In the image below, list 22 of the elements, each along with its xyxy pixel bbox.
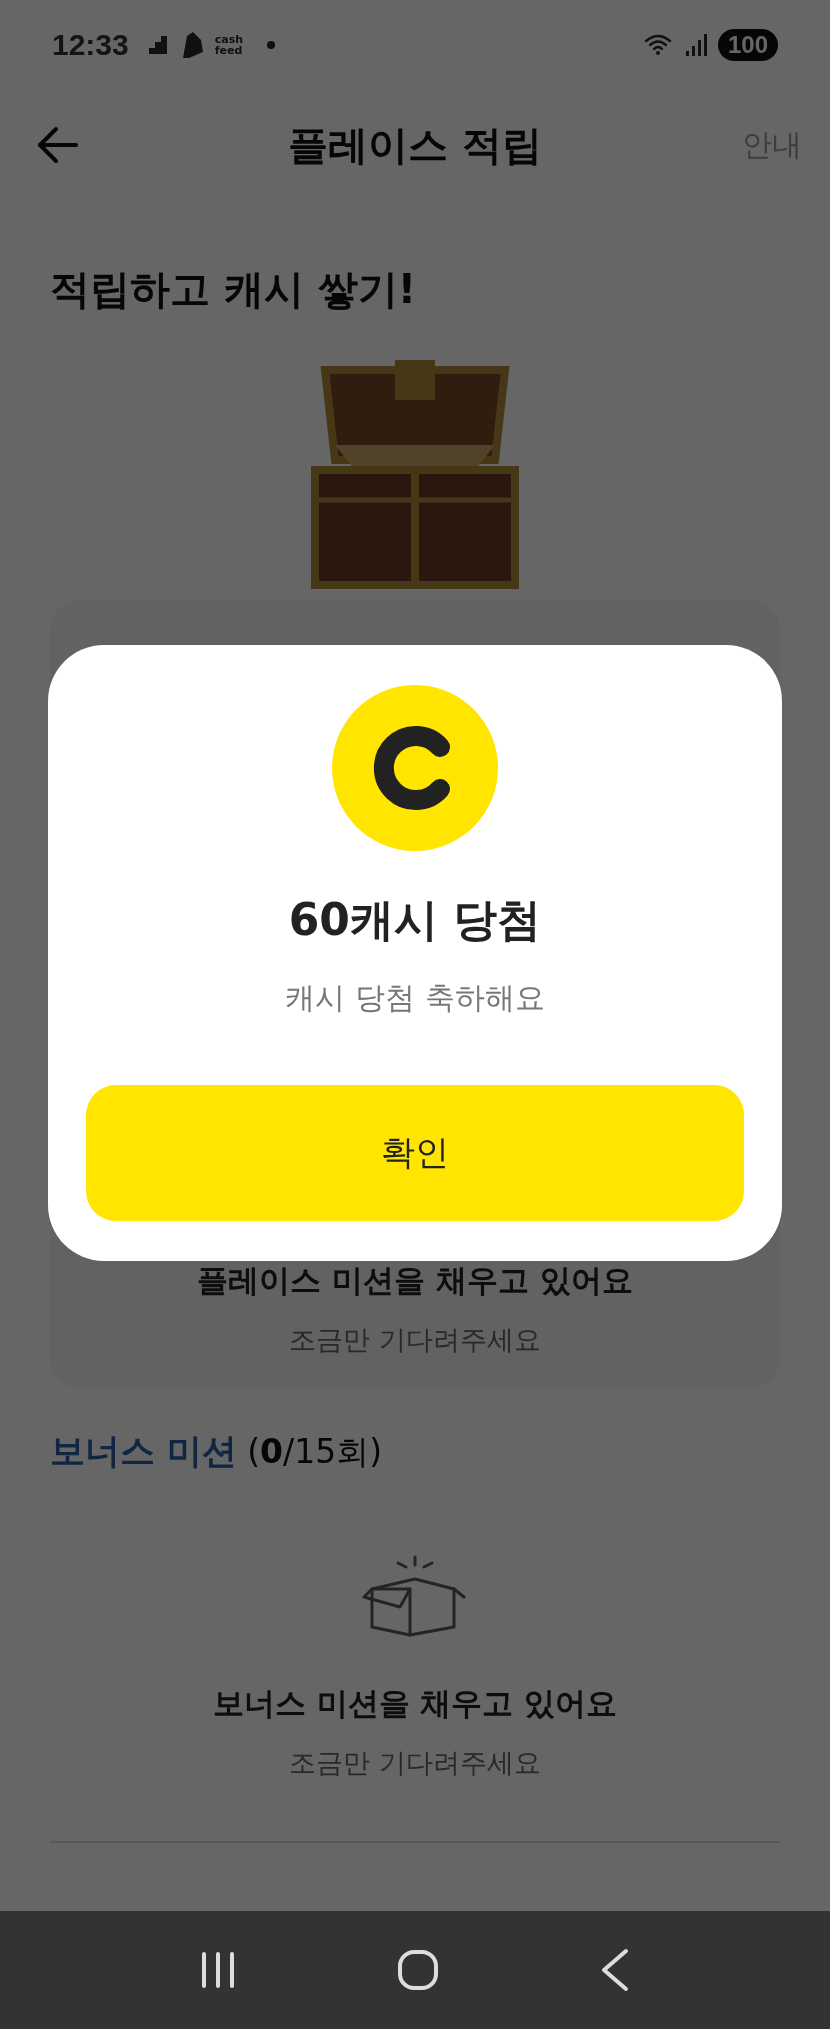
home-icon[interactable] xyxy=(397,1949,439,1991)
notification-dot-icon xyxy=(267,41,276,49)
dialog-message: 캐시 당첨 축하해요 xyxy=(285,979,545,1017)
place-mission-title: 플레이스 미션을 채우고 있어요 xyxy=(197,1261,633,1300)
place-mission-subtitle: 조금만 기다려주세요 xyxy=(289,1323,541,1357)
signal-icon xyxy=(683,33,708,57)
bonus-mission-title: 보너스 미션 xyxy=(50,1430,238,1473)
battery-level: 100 xyxy=(717,29,778,61)
status-time: 12:33 xyxy=(52,28,129,62)
bonus-empty-subtitle: 조금만 기다려주세요 xyxy=(289,1746,541,1780)
wifi-icon xyxy=(643,33,674,57)
dialog-title: 60캐시 당첨 xyxy=(288,893,542,947)
coin-icon xyxy=(332,685,498,851)
bonus-mission-count: (0/15회) xyxy=(247,1431,382,1473)
confirm-button[interactable]: 확인 xyxy=(86,1085,744,1221)
app-label: cash feed xyxy=(214,34,244,56)
page-title: 플레이스 적립 xyxy=(288,120,542,170)
stairs-icon xyxy=(146,34,169,56)
recent-apps-icon[interactable] xyxy=(200,1950,237,1990)
back-icon[interactable] xyxy=(599,1948,630,1992)
bonus-empty-title: 보너스 미션을 채우고 있어요 xyxy=(212,1684,618,1723)
headline: 적립하고 캐시 쌓기! xyxy=(49,265,418,314)
